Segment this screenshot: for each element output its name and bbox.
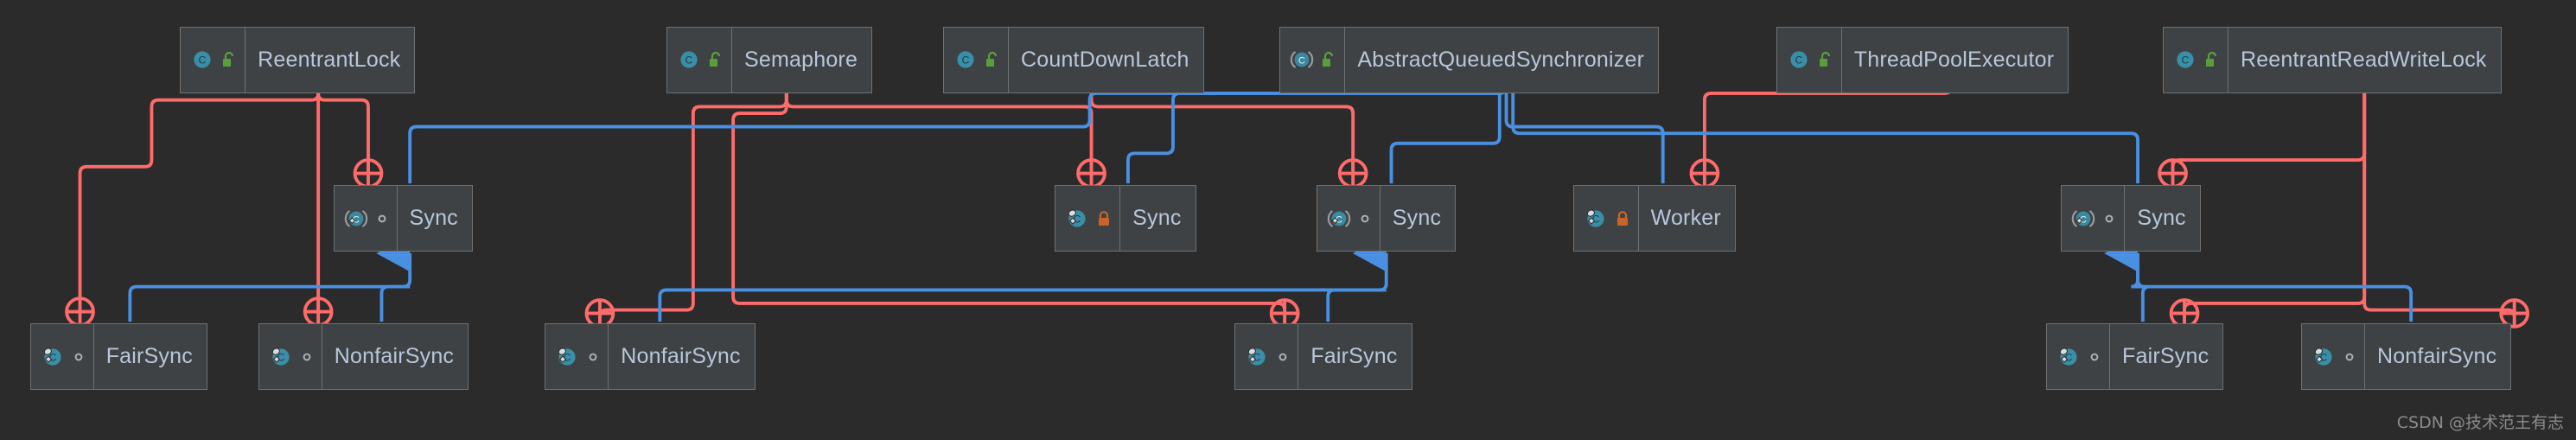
node-icon-gutter: C [1235,324,1299,390]
abstract-class-icon: C [2070,206,2096,232]
class-icon: C [1064,206,1090,232]
node-icon-gutter: C [1574,186,1639,252]
class-name-label: FairSync [1310,344,1398,369]
class-node-nonfairsync_sem[interactable]: C NonfairSync [545,323,756,391]
abstract-class-icon: C [343,206,369,232]
class-icon: C [189,47,215,73]
public-unlock-icon [985,51,1000,68]
node-icon-gutter: C [545,324,609,390]
private-lock-icon [1615,210,1630,227]
class-node-threadpoolexecutor[interactable]: C ThreadPoolExecutor [1776,26,2069,93]
class-icon: C [2311,344,2337,370]
class-node-aqs[interactable]: C AbstractQueuedSynchronizer [1279,26,1660,93]
class-name-label: CountDownLatch [1020,47,1189,72]
class-node-fairsync_sem[interactable]: C FairSync [1234,323,1412,391]
package-private-icon [586,350,600,364]
class-icon: C [2056,344,2082,370]
public-unlock-icon [2204,51,2220,68]
class-name-label: Worker [1650,206,1721,231]
class-icon: C [1244,344,1270,370]
svg-text:C: C [1795,54,1802,67]
svg-text:C: C [199,54,207,67]
node-icon-gutter: C [944,27,1009,92]
public-unlock-icon [708,51,724,68]
package-private-icon [300,350,314,364]
svg-text:C: C [1298,56,1305,67]
package-private-icon [1276,350,1290,364]
class-node-semaphore[interactable]: C Semaphore [666,26,873,93]
node-icon-gutter: C [667,27,733,92]
node-icon-gutter: C [2164,27,2228,92]
watermark: CSDN @技术范王有志 [2396,413,2564,432]
package-private-icon [1358,212,1372,226]
package-private-icon [2088,350,2101,364]
class-node-nonfairsync_rrw[interactable]: C NonfairSync [2300,323,2512,391]
class-node-sync_rl[interactable]: C Sync [333,185,473,252]
class-icon: C [40,344,66,370]
class-name-label: Sync [409,206,458,231]
public-unlock-icon [1818,51,1833,68]
class-name-label: Semaphore [744,47,858,72]
uml-class-diagram: CSDN @技术范王有志 C ReentrantLock C Semaphore C Co… [0,0,2576,440]
class-icon: C [1786,47,1812,73]
class-node-nonfairsync_rl[interactable]: C NonfairSync [258,323,469,391]
svg-text:C: C [2182,54,2190,67]
class-name-label: ReentrantLock [258,47,401,72]
class-node-worker[interactable]: C Worker [1572,185,1736,252]
abstract-class-icon: C [1289,47,1315,73]
class-node-reentrantlock[interactable]: C ReentrantLock [180,26,416,93]
class-name-label: NonfairSync [621,344,741,369]
class-name-label: Sync [1392,206,1442,231]
node-icon-gutter: C [1280,27,1346,92]
class-node-sync_rrw[interactable]: C Sync [2061,185,2201,252]
abstract-class-icon: C [1326,206,1352,232]
node-icon-gutter: C [1055,186,1121,252]
class-node-sync_sem[interactable]: C Sync [1316,185,1457,252]
node-icon-gutter: C [335,186,398,252]
class-node-countdownlatch[interactable]: C CountDownLatch [942,26,1204,93]
class-name-label: AbstractQueuedSynchronizer [1357,47,1645,72]
node-icon-gutter: C [2047,324,2111,390]
class-name-label: FairSync [2122,344,2209,369]
node-icon-gutter: C [2062,186,2126,252]
public-unlock-icon [221,51,237,68]
class-name-label: NonfairSync [2376,344,2497,369]
class-node-rrwlock[interactable]: C ReentrantReadWriteLock [2162,26,2502,93]
class-icon: C [2172,47,2198,73]
node-icon-gutter: C [259,324,322,390]
node-icon-gutter: C [181,27,246,92]
class-icon: C [554,344,580,370]
package-private-icon [72,350,86,364]
class-name-label: ThreadPoolExecutor [1853,47,2055,72]
node-icon-gutter: C [1317,186,1380,252]
class-icon: C [953,47,979,73]
class-name-label: ReentrantReadWriteLock [2240,47,2487,72]
private-lock-icon [1096,210,1112,227]
node-icon-gutter: C [31,324,94,390]
public-unlock-icon [1321,51,1336,68]
class-icon: C [268,344,294,370]
class-name-label: Sync [1132,206,1182,231]
node-icon-gutter: C [1777,27,1842,92]
package-private-icon [2343,350,2356,364]
class-icon: C [676,47,702,73]
svg-text:C: C [962,54,970,67]
class-node-fairsync_rl[interactable]: C FairSync [29,323,207,391]
node-icon-gutter: C [2302,324,2365,390]
package-private-icon [375,212,389,226]
svg-text:C: C [685,54,693,67]
class-name-label: NonfairSync [334,344,455,369]
package-private-icon [2102,212,2116,226]
class-node-sync_cdl[interactable]: C Sync [1055,185,1196,252]
class-name-label: Sync [2137,206,2186,231]
class-name-label: FairSync [105,344,193,369]
class-icon: C [1583,206,1609,232]
class-node-fairsync_rrw[interactable]: C FairSync [2046,323,2224,391]
